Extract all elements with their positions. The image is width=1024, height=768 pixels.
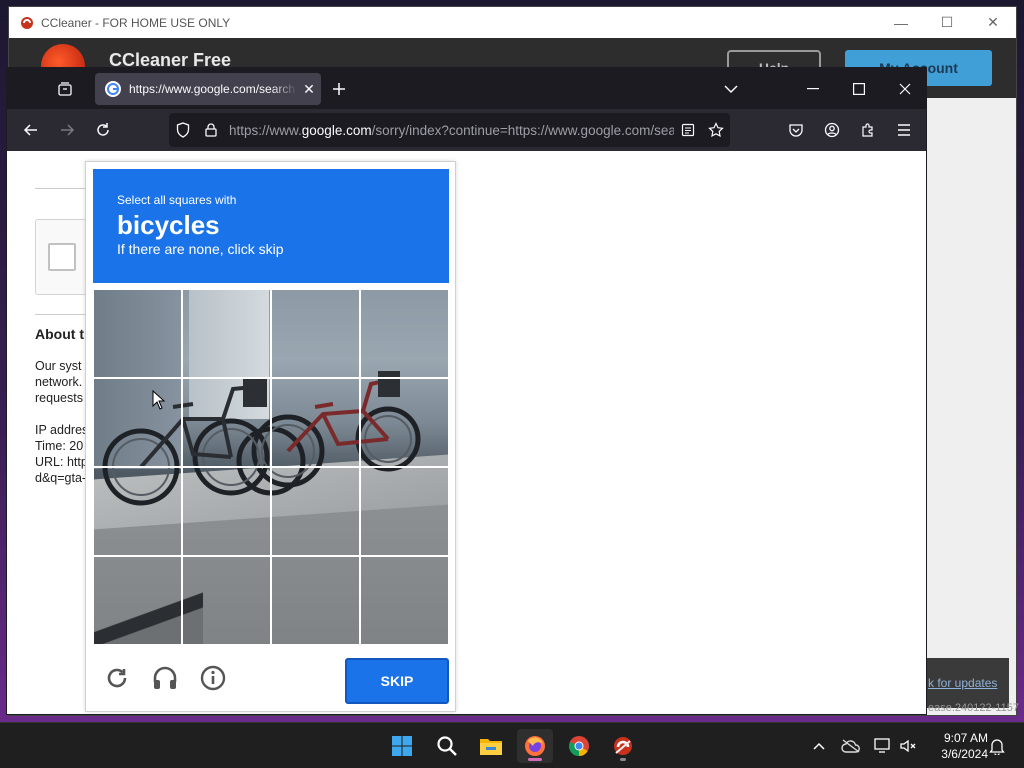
ccleaner-icon[interactable] bbox=[605, 729, 641, 763]
captcha-tile-0-3[interactable] bbox=[360, 289, 449, 378]
google-favicon-icon bbox=[105, 81, 121, 97]
browser-tab[interactable]: https://www.google.com/search ✕ bbox=[95, 73, 321, 105]
tab-close-icon[interactable]: ✕ bbox=[297, 77, 321, 101]
lock-icon[interactable] bbox=[197, 116, 225, 144]
url-prefix: https://www. bbox=[229, 122, 302, 138]
captcha-tile-3-2[interactable] bbox=[271, 556, 360, 644]
sorry-line: URL: http bbox=[35, 455, 88, 469]
ccleaner-maximize-button[interactable]: ☐ bbox=[924, 7, 970, 38]
firefox-minimize-button[interactable] bbox=[790, 68, 836, 109]
ccleaner-minimize-button[interactable]: — bbox=[878, 7, 924, 38]
challenge-image-grid bbox=[93, 289, 449, 644]
url-path: /sorry/index?continue=https://www.google… bbox=[371, 122, 674, 138]
taskbar: 9:07 AM 3/6/2024 bbox=[0, 722, 1024, 768]
show-hidden-icons-chevron-icon[interactable] bbox=[808, 735, 830, 757]
captcha-tile-0-0[interactable] bbox=[93, 289, 182, 378]
challenge-instruction: Select all squares with bbox=[117, 193, 237, 207]
mouse-cursor-icon bbox=[152, 390, 166, 410]
sorry-line: IP addres bbox=[35, 423, 89, 437]
ccleaner-titlebar: CCleaner - FOR HOME USE ONLY — ☐ ✕ bbox=[9, 7, 1016, 38]
captcha-tile-3-0[interactable] bbox=[93, 556, 182, 644]
captcha-tile-2-3[interactable] bbox=[360, 467, 449, 556]
recaptcha-checkbox[interactable] bbox=[48, 243, 76, 271]
firefox-maximize-button[interactable] bbox=[836, 68, 882, 109]
captcha-tile-1-0[interactable] bbox=[93, 378, 182, 467]
challenge-keyword: bicycles bbox=[117, 210, 220, 240]
sorry-line: requests bbox=[35, 391, 83, 405]
firefox-icon[interactable] bbox=[517, 729, 553, 763]
firefox-tabbar: https://www.google.com/search ✕ bbox=[7, 68, 926, 109]
audio-icon[interactable] bbox=[149, 662, 181, 694]
onedrive-icon[interactable] bbox=[840, 735, 862, 757]
firefox-close-button[interactable] bbox=[882, 68, 928, 109]
reload-button[interactable] bbox=[89, 118, 117, 142]
clock-date: 3/6/2024 bbox=[941, 747, 988, 761]
url-text[interactable]: https://www.google.com/sorry/index?conti… bbox=[225, 123, 674, 138]
active-app-indicator bbox=[528, 758, 542, 761]
volume-muted-icon[interactable] bbox=[897, 735, 919, 757]
skip-button[interactable]: SKIP bbox=[345, 658, 449, 704]
captcha-tile-2-0[interactable] bbox=[93, 467, 182, 556]
captcha-tile-1-3[interactable] bbox=[360, 378, 449, 467]
bookmark-star-icon[interactable] bbox=[702, 116, 730, 144]
captcha-tile-1-1[interactable] bbox=[182, 378, 271, 467]
sorry-line: network. bbox=[35, 375, 83, 389]
windows-start-icon[interactable] bbox=[384, 729, 420, 763]
sorry-line: Time: 20 bbox=[35, 439, 84, 453]
pocket-icon[interactable] bbox=[782, 118, 810, 142]
sorry-line: d&q=gta- bbox=[35, 471, 87, 485]
info-icon[interactable] bbox=[197, 662, 229, 694]
captcha-tile-3-3[interactable] bbox=[360, 556, 449, 644]
challenge-footer: SKIP bbox=[93, 652, 449, 706]
captcha-tile-0-1[interactable] bbox=[182, 289, 271, 378]
forward-button[interactable] bbox=[53, 118, 81, 142]
account-icon[interactable] bbox=[818, 118, 846, 142]
ccleaner-close-button[interactable]: ✕ bbox=[970, 7, 1016, 38]
reader-view-icon[interactable] bbox=[674, 116, 702, 144]
search-icon[interactable] bbox=[429, 729, 465, 763]
tracking-protection-shield-icon[interactable] bbox=[169, 116, 197, 144]
about-heading: About th bbox=[35, 326, 93, 342]
challenge-hint: If there are none, click skip bbox=[117, 241, 284, 257]
file-explorer-icon[interactable] bbox=[473, 729, 509, 763]
ccleaner-logo-icon bbox=[19, 15, 35, 31]
captcha-tile-2-2[interactable] bbox=[271, 467, 360, 556]
captcha-tile-2-1[interactable] bbox=[182, 467, 271, 556]
chrome-icon[interactable] bbox=[561, 729, 597, 763]
system-clock[interactable]: 9:07 AM 3/6/2024 bbox=[926, 730, 988, 762]
app-menu-icon[interactable] bbox=[890, 118, 918, 142]
network-icon[interactable] bbox=[872, 735, 894, 757]
ccleaner-check-updates-link[interactable]: k for updates bbox=[928, 676, 997, 690]
firefox-navbar: https://www.google.com/sorry/index?conti… bbox=[7, 109, 926, 151]
running-app-indicator bbox=[620, 758, 626, 761]
new-tab-button[interactable] bbox=[327, 77, 351, 101]
captcha-tile-3-1[interactable] bbox=[182, 556, 271, 644]
sorry-line: Our syst bbox=[35, 359, 82, 373]
list-all-tabs-icon[interactable] bbox=[719, 77, 743, 101]
notification-bell-icon[interactable] bbox=[986, 735, 1008, 757]
tab-overview-icon[interactable] bbox=[55, 79, 75, 99]
captcha-tile-1-2[interactable] bbox=[271, 378, 360, 467]
tab-title: https://www.google.com/search bbox=[129, 82, 296, 96]
challenge-header: Select all squares with bicycles If ther… bbox=[93, 169, 449, 283]
captcha-tile-0-2[interactable] bbox=[271, 289, 360, 378]
recaptcha-challenge: Select all squares with bicycles If ther… bbox=[85, 161, 456, 712]
ccleaner-version-text: ease.240122-1157 bbox=[928, 702, 1019, 714]
url-host: google.com bbox=[301, 122, 372, 138]
extensions-icon[interactable] bbox=[854, 118, 882, 142]
url-bar[interactable]: https://www.google.com/sorry/index?conti… bbox=[169, 113, 730, 147]
ccleaner-window-title: CCleaner - FOR HOME USE ONLY bbox=[41, 15, 231, 30]
reload-icon[interactable] bbox=[101, 662, 133, 694]
back-button[interactable] bbox=[17, 118, 45, 142]
clock-time: 9:07 AM bbox=[943, 731, 988, 745]
